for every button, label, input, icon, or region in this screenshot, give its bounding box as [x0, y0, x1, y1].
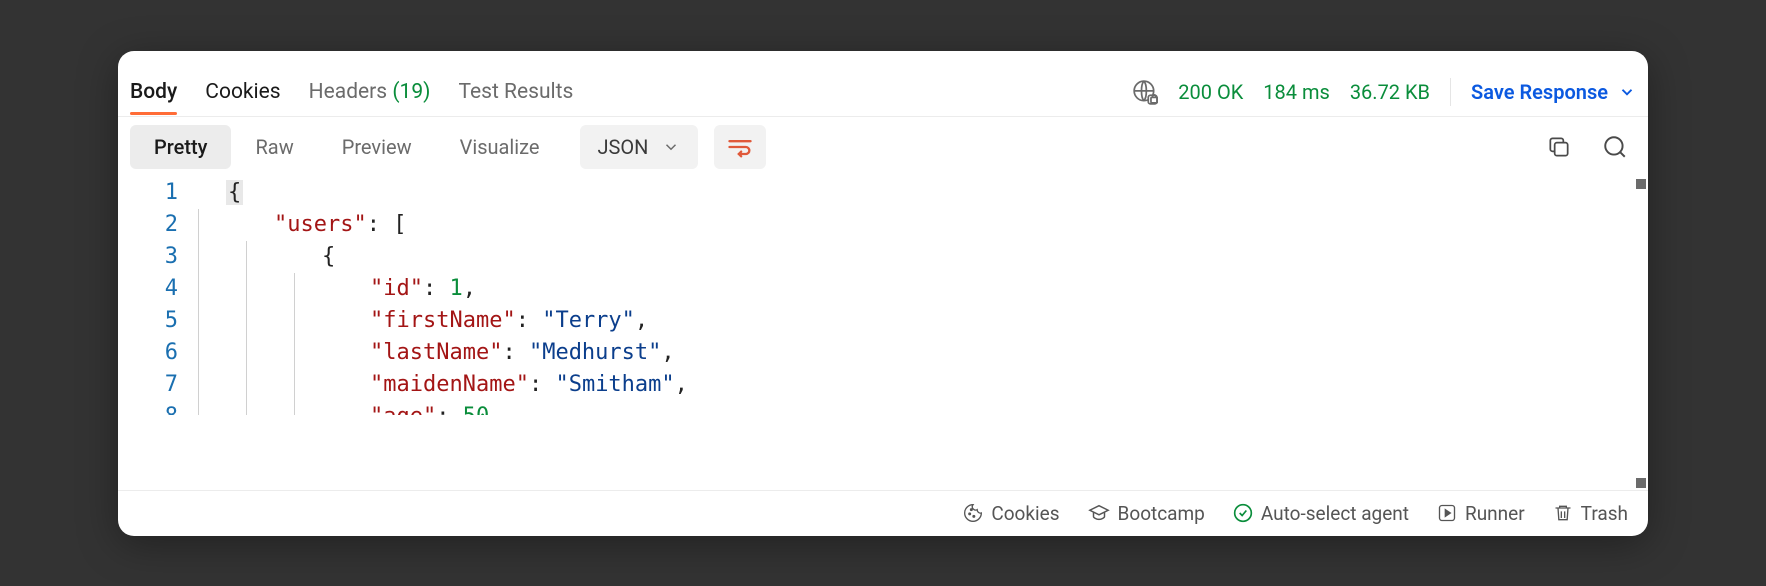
format-dropdown[interactable]: JSON — [580, 125, 699, 169]
format-label: JSON — [598, 135, 649, 159]
tab-cookies[interactable]: Cookies — [205, 70, 280, 114]
code-line: 2"users": [ — [118, 209, 1648, 241]
copy-icon[interactable] — [1546, 134, 1572, 160]
network-globe-icon[interactable] — [1132, 79, 1158, 105]
code-content: { — [198, 241, 1648, 273]
line-number: 4 — [118, 273, 198, 305]
code-line: 7"maidenName": "Smitham", — [118, 369, 1648, 401]
status-code: 200 OK — [1178, 80, 1243, 104]
code-content: { — [198, 177, 1648, 209]
footer-bootcamp-label: Bootcamp — [1118, 502, 1205, 525]
code-line: 4"id": 1, — [118, 273, 1648, 305]
window-titlebar — [118, 51, 1648, 69]
line-number: 5 — [118, 305, 198, 337]
footer-bootcamp[interactable]: Bootcamp — [1088, 502, 1205, 525]
graduation-cap-icon — [1088, 502, 1110, 524]
line-number: 6 — [118, 337, 198, 369]
tab-headers-count: (19) — [392, 80, 430, 104]
save-response-button[interactable]: Save Response — [1471, 80, 1636, 104]
view-pretty[interactable]: Pretty — [130, 125, 231, 169]
footer-runner[interactable]: Runner — [1437, 502, 1525, 525]
view-raw[interactable]: Raw — [231, 125, 317, 169]
code-content: "lastName": "Medhurst", — [198, 337, 1648, 369]
line-number: 7 — [118, 369, 198, 401]
chevron-down-icon — [662, 138, 680, 156]
code-line: 1{ — [118, 177, 1648, 209]
tab-headers[interactable]: Headers (19) — [309, 70, 431, 114]
line-number: 3 — [118, 241, 198, 273]
footer-trash-label: Trash — [1581, 502, 1628, 525]
chevron-down-icon — [1618, 83, 1636, 101]
status-time: 184 ms — [1263, 80, 1330, 104]
code-line: 5"firstName": "Terry", — [118, 305, 1648, 337]
response-tabs: Body Cookies Headers (19) Test Results — [130, 70, 573, 114]
line-number: 2 — [118, 209, 198, 241]
code-content: "age": 50, — [198, 401, 1648, 415]
cookie-icon — [963, 503, 983, 523]
play-square-icon — [1437, 503, 1457, 523]
save-response-label: Save Response — [1471, 80, 1608, 104]
response-panel: Body Cookies Headers (19) Test Results 2… — [118, 51, 1648, 536]
code-line: 8"age": 50, — [118, 401, 1648, 415]
footer-auto-agent[interactable]: Auto-select agent — [1233, 502, 1409, 525]
view-visualize[interactable]: Visualize — [436, 125, 564, 169]
footer-auto-agent-label: Auto-select agent — [1261, 502, 1409, 525]
view-mode-selector: Pretty Raw Preview Visualize — [130, 125, 564, 169]
footer-trash[interactable]: Trash — [1553, 502, 1628, 525]
line-number: 1 — [118, 177, 198, 209]
code-content: "firstName": "Terry", — [198, 305, 1648, 337]
code-content: "users": [ — [198, 209, 1648, 241]
code-line: 3{ — [118, 241, 1648, 273]
response-tabs-row: Body Cookies Headers (19) Test Results 2… — [118, 69, 1648, 117]
trash-icon — [1553, 503, 1573, 523]
toolbar-right — [1546, 134, 1636, 160]
status-bar: 200 OK 184 ms 36.72 KB Save Response — [1132, 78, 1636, 106]
tab-body[interactable]: Body — [130, 70, 177, 114]
tab-test-results[interactable]: Test Results — [458, 70, 573, 114]
footer-cookies-label: Cookies — [991, 502, 1059, 525]
response-body-viewer[interactable]: 1{2"users": [3{4"id": 1,5"firstName": "T… — [118, 177, 1648, 490]
check-circle-icon — [1233, 503, 1253, 523]
code-content: "maidenName": "Smitham", — [198, 369, 1648, 401]
status-size: 36.72 KB — [1350, 80, 1430, 104]
wrap-lines-button[interactable] — [714, 125, 766, 169]
code-line: 6"lastName": "Medhurst", — [118, 337, 1648, 369]
footer-cookies[interactable]: Cookies — [963, 502, 1059, 525]
code-content: "id": 1, — [198, 273, 1648, 305]
search-icon[interactable] — [1602, 134, 1628, 160]
line-number: 8 — [118, 401, 198, 415]
scrollbar-mark — [1636, 478, 1646, 488]
divider — [1450, 78, 1451, 106]
tab-headers-label: Headers — [309, 80, 387, 104]
view-preview[interactable]: Preview — [318, 125, 436, 169]
footer-runner-label: Runner — [1465, 502, 1525, 525]
status-footer: Cookies Bootcamp Auto-select agent — [118, 490, 1648, 536]
body-toolbar: Pretty Raw Preview Visualize JSON — [118, 117, 1648, 177]
